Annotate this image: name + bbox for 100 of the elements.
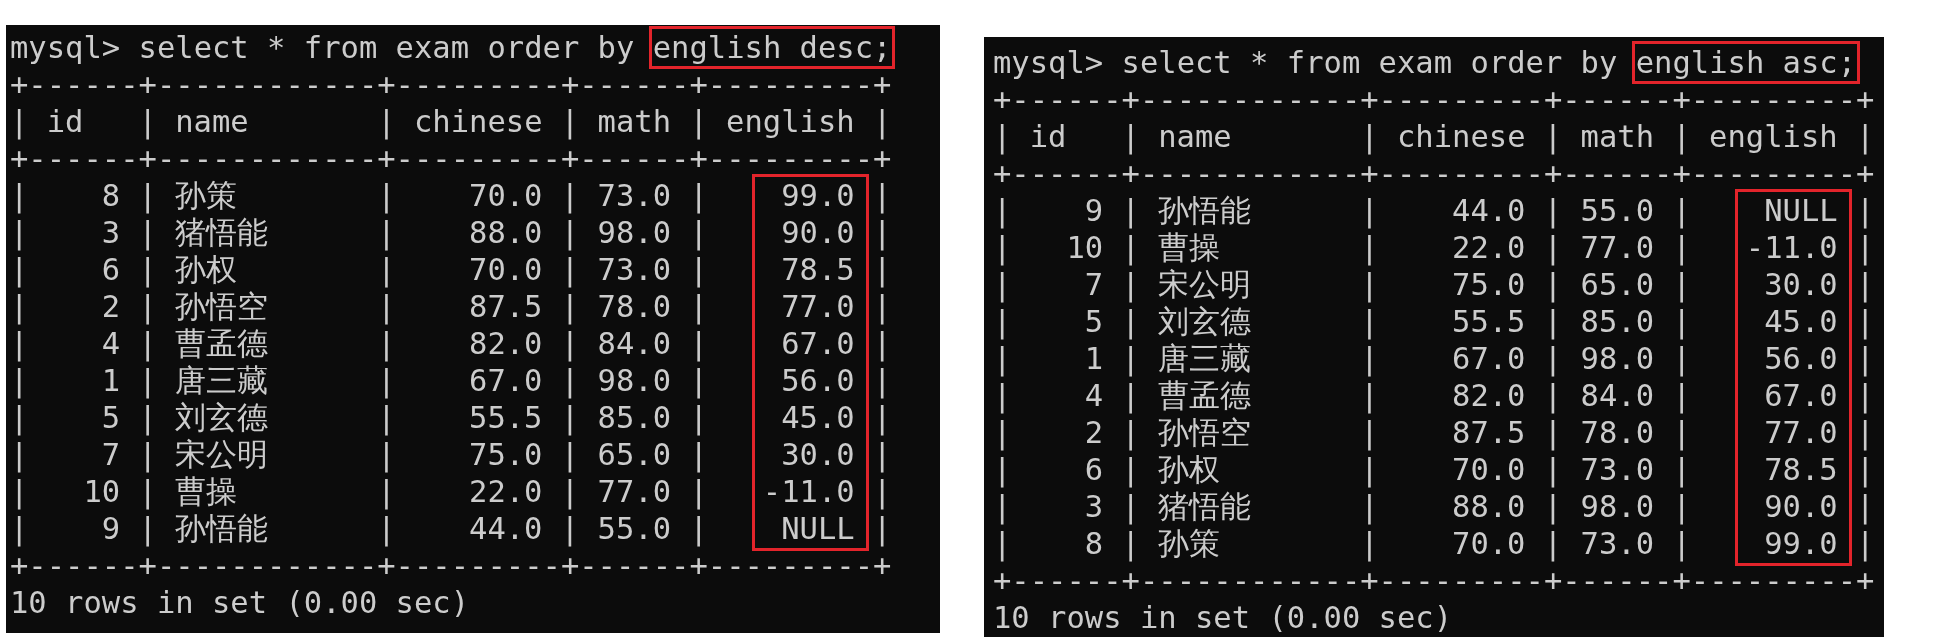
table-cell: 唐三藏 xyxy=(1158,340,1252,377)
column-separator: | xyxy=(10,214,29,251)
column-separator: | xyxy=(689,473,708,510)
column-separator: | xyxy=(1121,266,1140,303)
table-cell: 9 xyxy=(1084,192,1104,229)
column-separator: | xyxy=(689,362,708,399)
table-cell: 3 xyxy=(1084,488,1104,525)
command-text: select * from exam order by xyxy=(138,28,635,67)
column-separator: | xyxy=(10,399,29,436)
table-cell: 73.0 xyxy=(597,177,671,214)
table-cell: 孙悟能 xyxy=(1158,192,1252,229)
table-cell: NULL xyxy=(1764,192,1838,229)
column-separator: | xyxy=(377,325,396,362)
column-separator: | xyxy=(377,510,396,547)
column-separator: | xyxy=(1360,303,1379,340)
table-cell: 78.0 xyxy=(597,288,671,325)
column-separator: | xyxy=(1121,414,1140,451)
column-separator: | xyxy=(10,325,29,362)
column-separator: | xyxy=(1672,340,1691,377)
column-separator: | xyxy=(560,103,580,140)
table-cell: 曹孟德 xyxy=(175,325,269,362)
column-separator: | xyxy=(1360,525,1379,562)
column-separator: | xyxy=(377,103,396,140)
column-separator: | xyxy=(377,214,396,251)
column-separator: | xyxy=(377,362,396,399)
column-header: id xyxy=(46,103,84,140)
column-separator: | xyxy=(10,362,29,399)
column-separator: | xyxy=(993,266,1012,303)
table-cell: 猪悟能 xyxy=(175,214,269,251)
table-cell: 77.0 xyxy=(1580,229,1654,266)
prompt-text: mysql> xyxy=(10,28,121,67)
column-separator: | xyxy=(689,436,708,473)
table-cell: 87.5 xyxy=(1452,414,1526,451)
column-header: id xyxy=(1029,118,1067,155)
table-cell: 67.0 xyxy=(469,362,543,399)
column-separator: | xyxy=(689,510,708,547)
column-separator: | xyxy=(1360,414,1379,451)
table-cell: 9 xyxy=(101,510,121,547)
column-separator: | xyxy=(1543,488,1563,525)
column-separator: | xyxy=(993,451,1012,488)
column-separator: | xyxy=(1360,377,1379,414)
table-cell: 刘玄德 xyxy=(1158,303,1252,340)
column-separator: | xyxy=(560,251,580,288)
table-cell: 唐三藏 xyxy=(175,362,269,399)
prompt-text: mysql> xyxy=(993,43,1104,82)
column-separator: | xyxy=(1360,229,1379,266)
table-cell: 4 xyxy=(1084,377,1104,414)
column-separator: | xyxy=(689,288,708,325)
column-separator: | xyxy=(1543,266,1563,303)
column-separator: | xyxy=(1856,303,1875,340)
table-cell: 73.0 xyxy=(1580,451,1654,488)
column-separator: | xyxy=(1360,488,1379,525)
column-separator: | xyxy=(873,510,892,547)
column-separator: | xyxy=(1856,229,1875,266)
column-separator: | xyxy=(377,288,396,325)
column-separator: | xyxy=(993,192,1012,229)
column-separator: | xyxy=(1360,340,1379,377)
table-cell: 82.0 xyxy=(469,325,543,362)
column-separator: | xyxy=(377,399,396,436)
column-separator: | xyxy=(689,177,708,214)
table-cell: 45.0 xyxy=(781,399,855,436)
column-separator: | xyxy=(1672,414,1691,451)
column-header: chinese xyxy=(413,103,543,140)
column-separator: | xyxy=(993,229,1012,266)
column-separator: | xyxy=(377,251,396,288)
column-separator: | xyxy=(873,214,892,251)
column-separator: | xyxy=(560,288,580,325)
column-header: english xyxy=(1709,118,1838,155)
column-separator: | xyxy=(993,488,1012,525)
table-cell: 73.0 xyxy=(597,251,671,288)
column-separator: | xyxy=(10,510,29,547)
column-separator: | xyxy=(873,399,892,436)
column-separator: | xyxy=(1672,488,1691,525)
table-cell: 1 xyxy=(101,362,121,399)
column-separator: | xyxy=(1543,118,1563,155)
column-separator: | xyxy=(1672,229,1691,266)
table-cell: 55.0 xyxy=(597,510,671,547)
column-separator: | xyxy=(377,177,396,214)
table-cell: 65.0 xyxy=(597,436,671,473)
column-header: math xyxy=(597,103,671,140)
table-cell: 6 xyxy=(101,251,121,288)
column-header: name xyxy=(1158,118,1232,155)
table-cell: 44.0 xyxy=(1452,192,1526,229)
table-cell: 曹操 xyxy=(1158,229,1221,266)
column-separator: | xyxy=(1360,118,1379,155)
column-separator: | xyxy=(1121,229,1140,266)
table-cell: 22.0 xyxy=(1452,229,1526,266)
column-separator: | xyxy=(993,340,1012,377)
column-header: english xyxy=(726,103,855,140)
column-separator: | xyxy=(1543,192,1563,229)
column-separator: | xyxy=(1121,340,1140,377)
table-cell: 孙悟能 xyxy=(175,510,269,547)
column-separator: | xyxy=(560,362,580,399)
table-cell: 孙悟空 xyxy=(1158,414,1252,451)
table-cell: 98.0 xyxy=(597,214,671,251)
table-cell: 98.0 xyxy=(1580,488,1654,525)
column-separator: | xyxy=(1856,266,1875,303)
table-cell: 猪悟能 xyxy=(1158,488,1252,525)
table-cell: 99.0 xyxy=(1764,525,1838,562)
column-separator: | xyxy=(873,436,892,473)
